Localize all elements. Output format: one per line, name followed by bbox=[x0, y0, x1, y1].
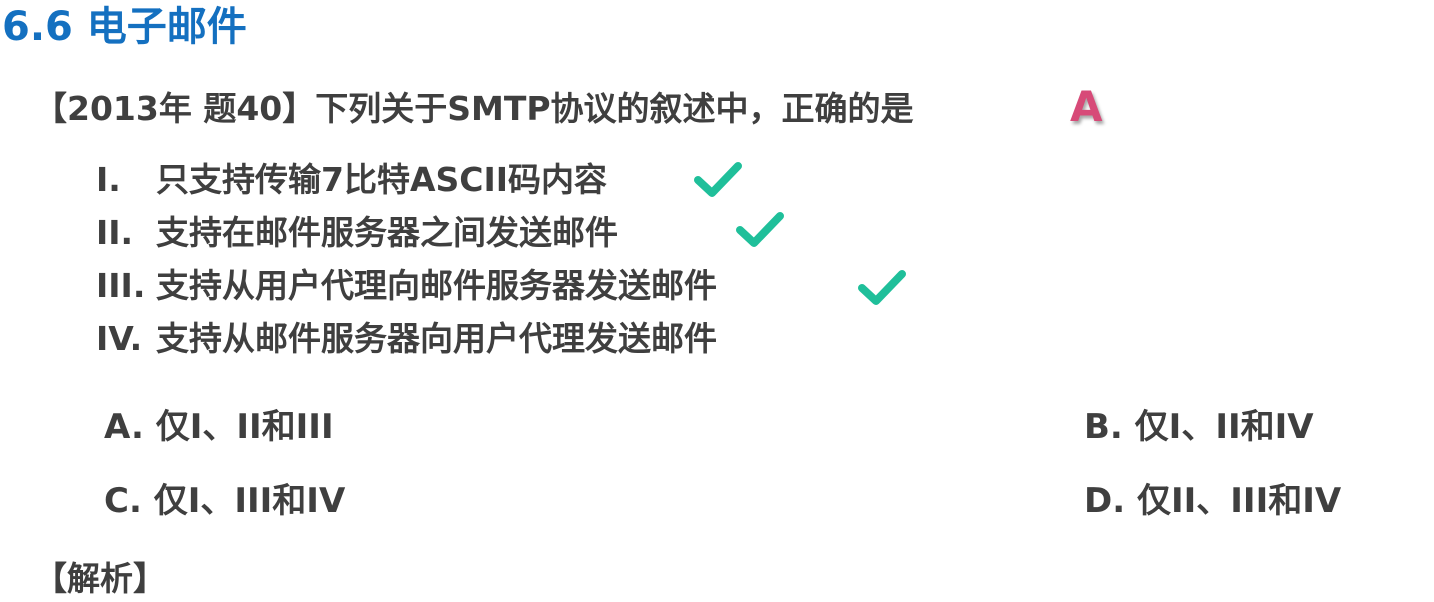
question-text: 【2013年 题40】下列关于SMTP协议的叙述中，正确的是 bbox=[34, 89, 914, 128]
statement-text: 支持在邮件服务器之间发送邮件 bbox=[156, 213, 618, 252]
slide: 6.6 电子邮件 【2013年 题40】下列关于SMTP协议的叙述中，正确的是 … bbox=[0, 0, 1434, 598]
statement-1: I. 只支持传输7比特ASCII码内容 bbox=[96, 158, 607, 202]
statement-number: II. bbox=[96, 213, 134, 252]
statement-text: 支持从用户代理向邮件服务器发送邮件 bbox=[156, 266, 717, 305]
statement-number: IV. bbox=[96, 319, 143, 358]
section-title: 6.6 电子邮件 bbox=[2, 4, 247, 50]
checkmark-icon bbox=[736, 212, 784, 247]
statement-2: II. 支持在邮件服务器之间发送邮件 bbox=[96, 211, 618, 255]
analysis-heading: 【解析】 bbox=[34, 559, 166, 598]
checkmark-icon bbox=[694, 162, 742, 197]
statement-text: 只支持传输7比特ASCII码内容 bbox=[156, 160, 608, 199]
checkmark-icon bbox=[858, 270, 906, 305]
statement-number: I. bbox=[96, 160, 121, 199]
statement-3: III. 支持从用户代理向邮件服务器发送邮件 bbox=[96, 264, 717, 308]
statement-text: 支持从邮件服务器向用户代理发送邮件 bbox=[156, 319, 717, 358]
answer-mark: A bbox=[1070, 82, 1103, 131]
option-a: A. 仅I、II和III bbox=[104, 407, 334, 447]
option-b: B. 仅I、II和IV bbox=[1084, 407, 1314, 447]
statement-4: IV. 支持从邮件服务器向用户代理发送邮件 bbox=[96, 317, 717, 361]
option-d: D. 仅II、III和IV bbox=[1084, 481, 1342, 521]
statement-number: III. bbox=[96, 266, 146, 305]
option-c: C. 仅I、III和IV bbox=[104, 481, 346, 521]
